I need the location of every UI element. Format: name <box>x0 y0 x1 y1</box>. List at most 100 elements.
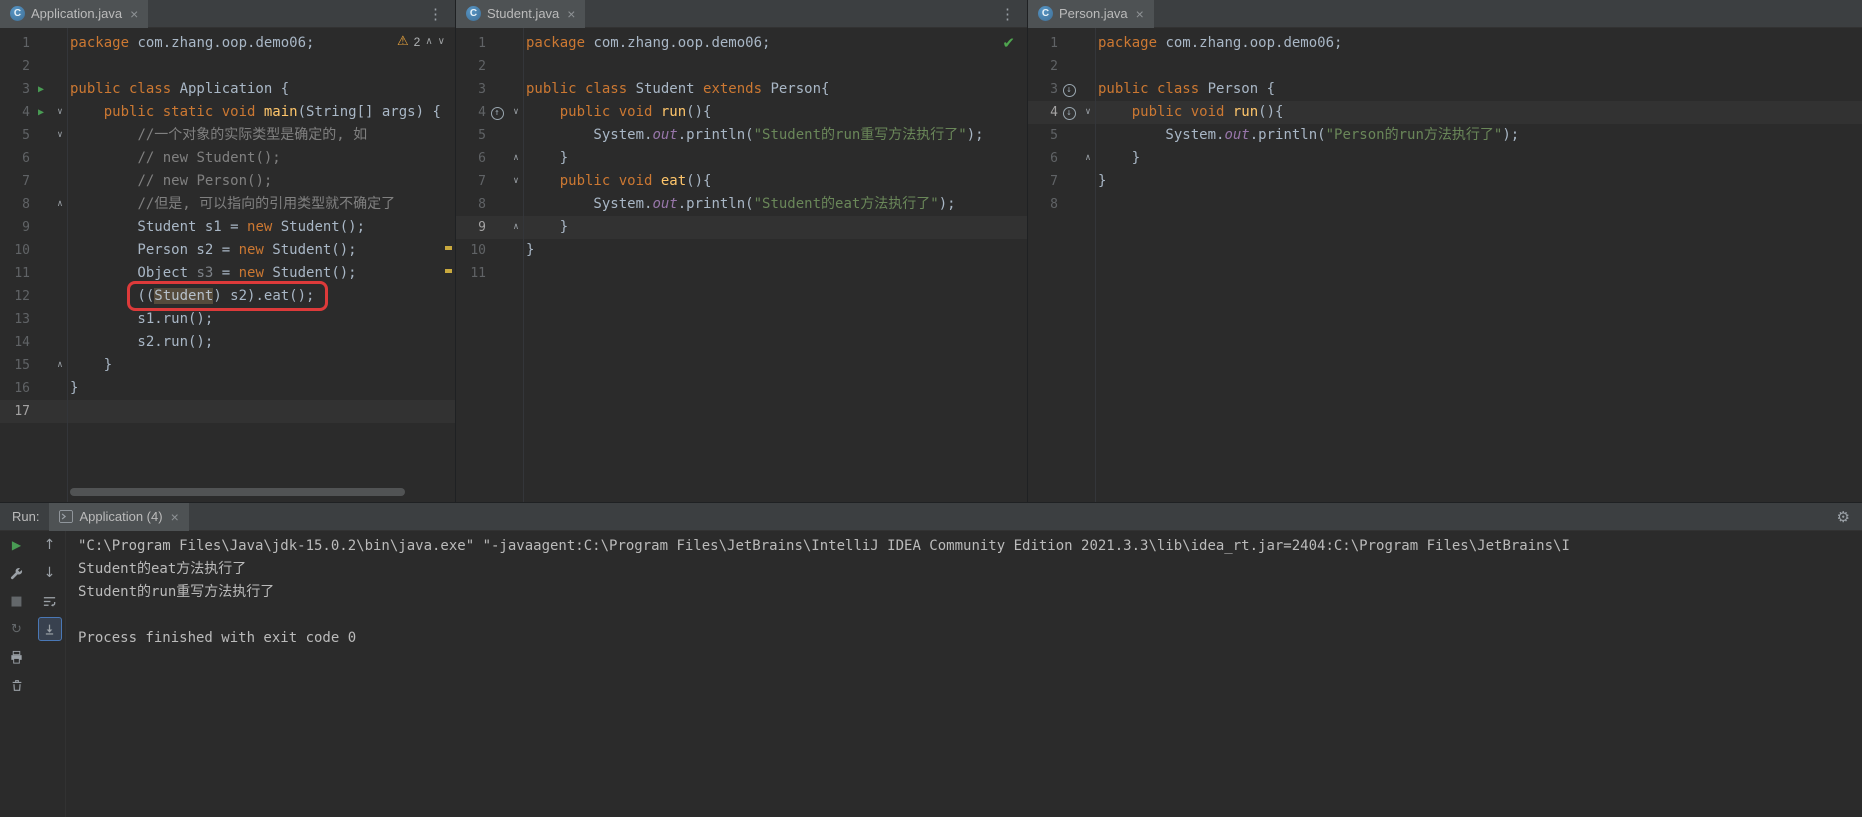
line-number[interactable]: 8 <box>456 193 486 216</box>
down-arrow-icon[interactable]: ↓ <box>38 561 62 585</box>
line-number[interactable]: 4 <box>456 101 486 124</box>
line-number[interactable]: 11 <box>456 262 486 285</box>
settings-gear-icon[interactable] <box>1837 508 1850 526</box>
close-icon[interactable] <box>171 510 179 524</box>
tab-application-java[interactable]: Application.java <box>0 0 149 28</box>
print-icon[interactable] <box>5 645 29 669</box>
line-number[interactable]: 6 <box>0 147 30 170</box>
line-number[interactable]: 5 <box>0 124 30 147</box>
code-line[interactable]: 10 Person s2 = new Student(); <box>0 239 455 262</box>
tab-student-java[interactable]: Student.java <box>456 0 586 28</box>
horizontal-scrollbar[interactable] <box>70 488 405 496</box>
line-number[interactable]: 3 <box>456 78 486 101</box>
line-number[interactable]: 4 <box>1028 101 1058 124</box>
line-number[interactable]: 10 <box>456 239 486 262</box>
code-line[interactable]: 4 ↑ ∨ public void run(){ <box>456 101 1027 124</box>
override-gutter-icon[interactable]: ↑ <box>486 101 508 124</box>
line-number[interactable]: 7 <box>456 170 486 193</box>
line-number[interactable]: 7 <box>1028 170 1058 193</box>
code-line[interactable]: 4 ▶ ∨ public static void main(String[] arg… <box>0 101 455 124</box>
line-number[interactable]: 10 <box>0 239 30 262</box>
inspections-widget[interactable]: 2 <box>391 32 451 51</box>
clear-icon[interactable] <box>5 673 29 697</box>
override-gutter-icon[interactable]: ↓ <box>1058 101 1080 124</box>
line-number[interactable]: 12 <box>0 285 30 308</box>
fold-open-icon[interactable]: ∨ <box>52 101 68 124</box>
wrench-icon[interactable] <box>5 561 29 585</box>
line-number[interactable]: 2 <box>456 55 486 78</box>
fold-open-icon[interactable]: ∨ <box>508 101 524 124</box>
rerun-icon[interactable]: ▶ <box>5 533 29 557</box>
code-editor-student[interactable]: 1 package com.zhang.oop.demo06; 2 3 public c… <box>456 28 1027 502</box>
fold-open-icon[interactable]: ∨ <box>508 170 524 193</box>
fold-close-icon[interactable]: ∧ <box>52 193 68 216</box>
run-gutter-icon[interactable]: ▶ <box>30 101 52 124</box>
next-problem-icon[interactable] <box>438 36 445 47</box>
code-line[interactable]: 17 <box>0 400 455 423</box>
fold-close-icon[interactable]: ∧ <box>1080 147 1096 170</box>
line-number[interactable]: 8 <box>1028 193 1058 216</box>
line-number[interactable]: 4 <box>0 101 30 124</box>
code-line[interactable]: 6 // new Student(); <box>0 147 455 170</box>
code-line[interactable]: 9 Student s1 = new Student(); <box>0 216 455 239</box>
code-line[interactable]: 16} <box>0 377 455 400</box>
restore-icon[interactable]: ↻ <box>5 617 29 641</box>
close-icon[interactable] <box>567 7 575 21</box>
line-number[interactable]: 13 <box>0 308 30 331</box>
code-line[interactable]: 11 Object s3 = new Student(); <box>0 262 455 285</box>
code-line[interactable]: 3 ▶ public class Application { <box>0 78 455 101</box>
code-line[interactable]: 3 public class Student extends Person{ <box>456 78 1027 101</box>
code-line[interactable]: 1 package com.zhang.oop.demo06; <box>1028 32 1862 55</box>
code-line[interactable]: 3 ↓ public class Person { <box>1028 78 1862 101</box>
line-number[interactable]: 6 <box>456 147 486 170</box>
code-line[interactable]: 10} <box>456 239 1027 262</box>
close-icon[interactable] <box>1136 7 1144 21</box>
close-icon[interactable] <box>130 7 138 21</box>
override-gutter-icon[interactable]: ↓ <box>1058 78 1080 101</box>
fold-open-icon[interactable]: ∨ <box>1080 101 1096 124</box>
no-problems-check-icon[interactable] <box>1002 34 1015 52</box>
line-number[interactable]: 5 <box>456 124 486 147</box>
code-line[interactable]: 15 ∧ } <box>0 354 455 377</box>
line-number[interactable]: 1 <box>1028 32 1058 55</box>
code-line[interactable]: 8 ∧ //但是, 可以指向的引用类型就不确定了 <box>0 193 455 216</box>
code-line[interactable]: 2 <box>0 55 455 78</box>
line-number[interactable]: 14 <box>0 331 30 354</box>
scroll-end-icon[interactable] <box>37 617 62 641</box>
line-number[interactable]: 15 <box>0 354 30 377</box>
code-line[interactable]: 14 s2.run(); <box>0 331 455 354</box>
line-number[interactable]: 9 <box>0 216 30 239</box>
line-number[interactable]: 11 <box>0 262 30 285</box>
line-number[interactable]: 7 <box>0 170 30 193</box>
line-number[interactable]: 3 <box>1028 78 1058 101</box>
line-number[interactable]: 17 <box>0 400 30 423</box>
up-arrow-icon[interactable]: ↑ <box>38 533 62 557</box>
line-number[interactable]: 8 <box>0 193 30 216</box>
code-editor-person[interactable]: 1 package com.zhang.oop.demo06; 2 3 ↓ public … <box>1028 28 1862 502</box>
line-number[interactable]: 16 <box>0 377 30 400</box>
line-number[interactable]: 2 <box>1028 55 1058 78</box>
code-line[interactable]: 1 package com.zhang.oop.demo06; <box>456 32 1027 55</box>
line-number[interactable]: 5 <box>1028 124 1058 147</box>
line-number[interactable]: 1 <box>456 32 486 55</box>
code-line[interactable]: 6 ∧ } <box>1028 147 1862 170</box>
code-line[interactable]: 7} <box>1028 170 1862 193</box>
code-line[interactable]: 8 <box>1028 193 1862 216</box>
more-options-icon[interactable] <box>1000 5 1015 23</box>
code-line[interactable]: 6 ∧ } <box>456 147 1027 170</box>
soft-wrap-icon[interactable] <box>38 589 62 613</box>
code-line[interactable]: 8 System.out.println("Student的eat方法执行了")… <box>456 193 1027 216</box>
console-output[interactable]: "C:\Program Files\Java\jdk-15.0.2\bin\ja… <box>66 531 1862 817</box>
warning-stripe-mark[interactable] <box>445 269 452 273</box>
line-number[interactable]: 6 <box>1028 147 1058 170</box>
prev-problem-icon[interactable] <box>425 36 432 47</box>
code-line[interactable]: 13 s1.run(); <box>0 308 455 331</box>
code-line[interactable]: 5 ∨ //一个对象的实际类型是确定的, 如 <box>0 124 455 147</box>
fold-close-icon[interactable]: ∧ <box>52 354 68 377</box>
fold-close-icon[interactable]: ∧ <box>508 216 524 239</box>
fold-open-icon[interactable]: ∨ <box>52 124 68 147</box>
code-line[interactable]: 7 // new Person(); <box>0 170 455 193</box>
run-tab-application[interactable]: Application (4) <box>49 502 189 531</box>
more-options-icon[interactable] <box>428 5 443 23</box>
warning-stripe-mark[interactable] <box>445 246 452 250</box>
